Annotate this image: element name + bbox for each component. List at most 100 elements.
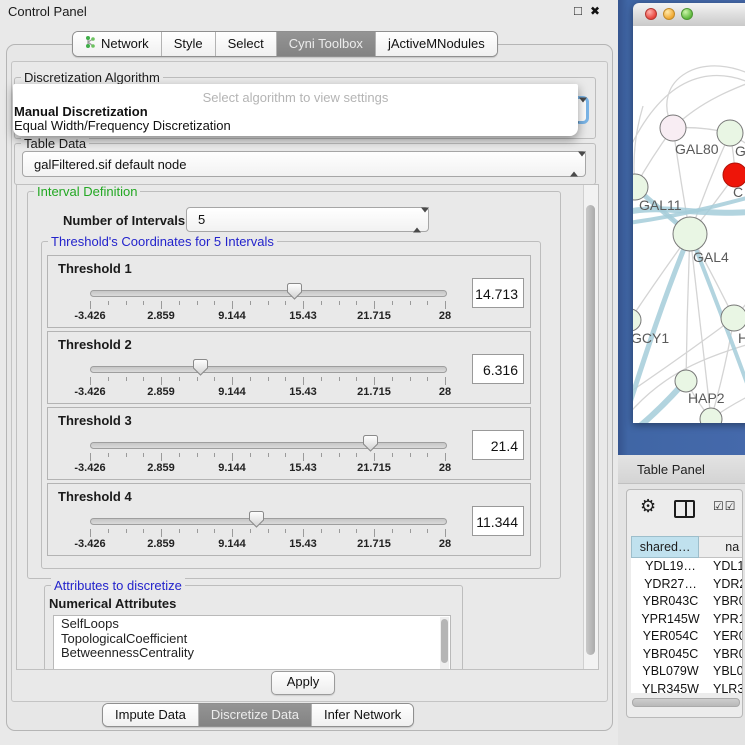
tick-mark	[250, 301, 251, 305]
tick-mark	[126, 377, 127, 381]
table-row[interactable]: YDL19…YDL1	[631, 558, 742, 576]
table-data-combobox[interactable]: galFiltered.sif default node	[22, 151, 586, 177]
tick-mark	[90, 453, 91, 461]
cell-shared-name: YBR043C	[631, 594, 710, 608]
table-horizontal-scrollbar[interactable]	[632, 698, 740, 707]
tab-cyni-toolbox[interactable]: Cyni Toolbox	[277, 32, 376, 56]
tick-mark	[143, 377, 144, 381]
tab-network[interactable]: Network	[73, 32, 162, 56]
float-window-icon[interactable]: □	[574, 3, 582, 19]
tab-label: Discretize Data	[211, 707, 299, 722]
tick-mark	[339, 301, 340, 305]
tick-mark	[214, 377, 215, 381]
table-header-row: shared… na	[631, 536, 743, 558]
tab-select[interactable]: Select	[216, 32, 277, 56]
attributes-group-title: Attributes to discretize	[51, 578, 185, 593]
tick-mark	[374, 453, 375, 461]
minimize-traffic-light-icon[interactable]	[663, 8, 675, 20]
settings-vertical-scrollbar[interactable]	[583, 185, 598, 669]
network-edge	[633, 386, 681, 423]
tab-jactivemnodules[interactable]: jActiveMNodules	[376, 32, 497, 56]
scrollbar-thumb[interactable]	[441, 619, 448, 663]
attributes-scrollbar[interactable]	[440, 617, 449, 670]
table-row[interactable]: YPR145WYPR1	[631, 611, 742, 629]
tick-label: 28	[439, 538, 451, 550]
tick-mark	[356, 529, 357, 533]
select-columns-checkboxes-icon[interactable]: ☑☑	[713, 499, 737, 513]
tab-style[interactable]: Style	[162, 32, 216, 56]
network-canvas[interactable]: GAL80GACGAL11GAL4GCY1HHAP2	[633, 26, 745, 423]
attribute-item-topologicalcoefficient[interactable]: TopologicalCoefficient	[54, 631, 450, 646]
threshold-value-field[interactable]: 14.713	[472, 278, 524, 308]
table-row[interactable]: YBR045CYBR0	[631, 646, 742, 664]
tick-mark	[126, 453, 127, 457]
gear-icon[interactable]: ⚙	[640, 496, 656, 517]
close-traffic-light-icon[interactable]	[645, 8, 657, 20]
network-node-hap2[interactable]	[675, 370, 697, 392]
apply-button[interactable]: Apply	[271, 671, 335, 695]
table-panel-header: Table Panel	[618, 455, 745, 484]
slider-ticks	[90, 529, 445, 539]
network-window-titlebar[interactable]	[633, 3, 745, 27]
dropdown-item-equal-width-frequency-discretization[interactable]: Equal Width/Frequency Discretization	[13, 119, 578, 133]
threshold-label: Threshold 2	[58, 337, 132, 352]
cell-name: YBR0	[713, 594, 742, 608]
network-node[interactable]	[700, 408, 722, 423]
tick-label: -3.426	[74, 386, 105, 398]
table-row[interactable]: YER054CYER0	[631, 628, 742, 646]
tab-infer-network[interactable]: Infer Network	[312, 704, 413, 726]
tick-mark	[410, 529, 411, 533]
control-panel-tabs: NetworkStyleSelectCyni ToolboxjActiveMNo…	[72, 31, 498, 57]
dropdown-placeholder: Select algorithm to view settings	[13, 90, 578, 105]
tick-label: 2.859	[147, 386, 175, 398]
tick-mark	[339, 377, 340, 381]
table-row[interactable]: YBL079WYBL0	[631, 663, 742, 681]
threshold-label: Threshold 3	[58, 413, 132, 428]
tick-mark	[356, 377, 357, 381]
tick-mark	[427, 377, 428, 381]
tick-mark	[250, 453, 251, 457]
tick-label: 15.43	[289, 462, 317, 474]
tab-impute-data[interactable]: Impute Data	[103, 704, 199, 726]
column-header-shared-name[interactable]: shared…	[631, 536, 699, 558]
slider-track[interactable]	[90, 442, 447, 449]
tick-mark	[427, 301, 428, 305]
network-node-gal80[interactable]	[660, 115, 686, 141]
close-icon[interactable]: ✖	[590, 3, 600, 19]
number-of-intervals-combobox[interactable]: 5	[186, 207, 429, 232]
network-node-h[interactable]	[721, 305, 745, 331]
tick-mark	[197, 377, 198, 381]
tick-mark	[179, 453, 180, 457]
tick-mark	[268, 529, 269, 533]
slider-track[interactable]	[90, 518, 447, 525]
slider-track[interactable]	[90, 366, 447, 373]
table-row[interactable]: YLR345WYLR3	[631, 681, 742, 694]
column-header-name[interactable]: na	[699, 536, 743, 558]
tick-mark	[143, 529, 144, 533]
threshold-value-field[interactable]: 11.344	[472, 506, 524, 536]
tick-mark	[250, 529, 251, 533]
split-columns-icon[interactable]	[674, 500, 695, 518]
slider-track[interactable]	[90, 290, 447, 297]
numerical-attributes-list[interactable]: SelfLoopsTopologicalCoefficientBetweenne…	[53, 615, 451, 670]
network-node-gal4[interactable]	[673, 217, 707, 251]
threshold-value-field[interactable]: 6.316	[472, 354, 524, 384]
network-node-gcy1[interactable]	[633, 309, 641, 331]
cell-shared-name: YBR045C	[631, 647, 710, 661]
scrollbar-thumb[interactable]	[586, 205, 595, 655]
tick-mark	[321, 301, 322, 305]
tick-label: 21.715	[357, 538, 391, 550]
tick-label: 2.859	[147, 538, 175, 550]
tick-mark	[427, 453, 428, 457]
table-row[interactable]: YBR043CYBR0	[631, 593, 742, 611]
attribute-item-betweennesscentrality[interactable]: BetweennessCentrality	[54, 645, 450, 660]
tick-mark	[303, 301, 304, 309]
attribute-item-selfloops[interactable]: SelfLoops	[54, 616, 450, 631]
dropdown-item-manual-discretization[interactable]: Manual Discretization	[13, 105, 578, 119]
zoom-traffic-light-icon[interactable]	[681, 8, 693, 20]
network-icon	[85, 35, 96, 52]
threshold-value-field[interactable]: 21.4	[472, 430, 524, 460]
table-row[interactable]: YDR27…YDR2	[631, 576, 742, 594]
cell-name: YPR1	[713, 612, 742, 626]
tab-discretize-data[interactable]: Discretize Data	[199, 704, 312, 726]
